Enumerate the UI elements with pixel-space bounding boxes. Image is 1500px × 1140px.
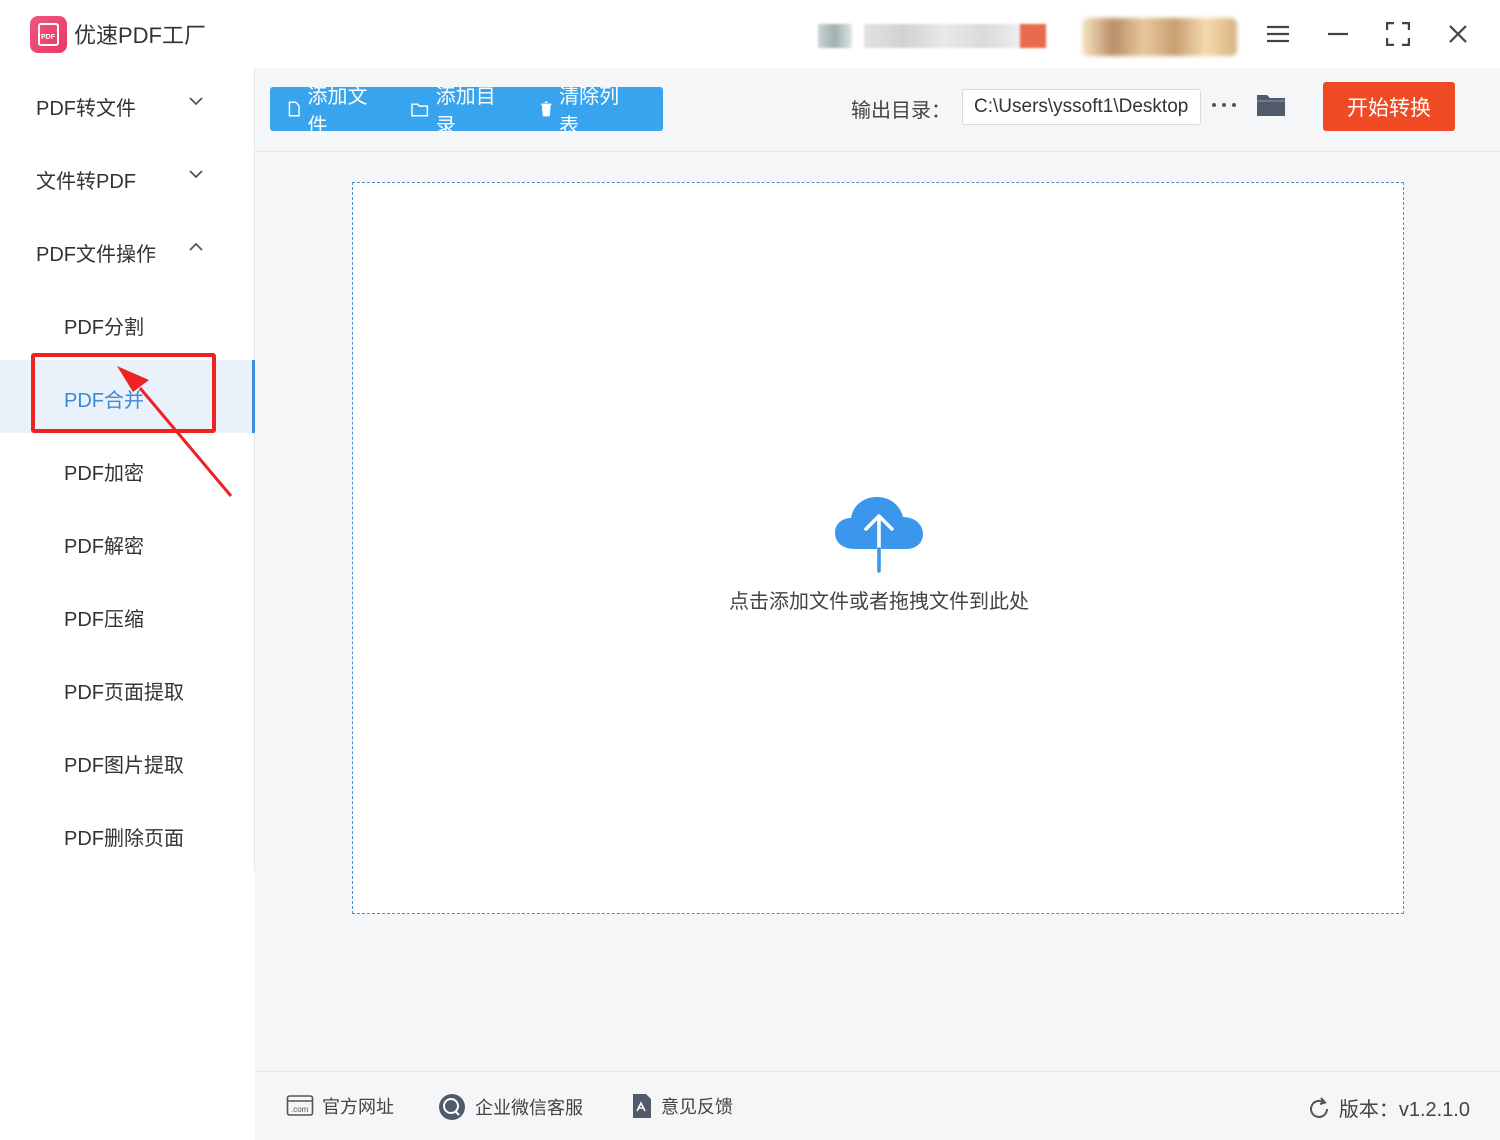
nav-group-label: 文件转PDF (36, 171, 136, 193)
close-button[interactable] (1440, 16, 1476, 52)
browse-more-button[interactable] (1212, 90, 1236, 120)
wechat-service-label: 企业微信客服 (475, 1098, 583, 1118)
minimize-icon (1328, 32, 1348, 36)
sidebar-item-label: PDF解密 (64, 536, 144, 558)
output-directory-input[interactable] (962, 89, 1201, 125)
minimize-button[interactable] (1320, 16, 1356, 52)
chevron-down-icon (189, 170, 203, 179)
nav-group-label: PDF转文件 (36, 98, 136, 120)
chevron-down-icon (189, 97, 203, 106)
toolbar: 添加文件 添加目录 清除列表 输出目录： 开始转换 (255, 68, 1500, 152)
sidebar-item-label: PDF分割 (64, 317, 144, 339)
nav-group-pdf-to-file[interactable]: PDF转文件 (0, 68, 255, 141)
nav-group-label: PDF文件操作 (36, 244, 156, 266)
sidebar-item-label: PDF加密 (64, 463, 144, 485)
title-bar: PDF 优速PDF工厂 (0, 0, 1500, 68)
sidebar-item-label: PDF压缩 (64, 609, 144, 631)
blurred-account-info (864, 24, 1024, 48)
chevron-up-icon (189, 242, 203, 251)
output-directory-label: 输出目录： (851, 100, 951, 122)
wechat-service-link[interactable]: 企业微信客服 (437, 1093, 583, 1121)
svg-text:.com: .com (291, 1105, 309, 1114)
official-website-link[interactable]: .com 官方网址 (286, 1093, 394, 1119)
sidebar-item-pdf-encrypt[interactable]: PDF加密 (0, 433, 255, 506)
app-logo: PDF (30, 16, 67, 53)
version-label: 版本：v1.2.1.0 (1338, 1099, 1470, 1121)
clear-list-label: 清除列表 (559, 86, 620, 137)
more-dot-icon (1232, 103, 1236, 107)
add-folder-button[interactable]: 添加目录 (411, 80, 512, 138)
sidebar-item-label: PDF页面提取 (64, 682, 184, 704)
menu-button[interactable] (1260, 16, 1296, 52)
sidebar: PDF转文件 文件转PDF PDF文件操作 PDF分割 PDF合并 PDF加密 … (0, 68, 255, 871)
file-drop-zone[interactable]: 点击添加文件或者拖拽文件到此处 (352, 182, 1404, 914)
footer: .com 官方网址 企业微信客服 意见反馈 版本：v1.2.1.0 (255, 1071, 1500, 1140)
close-icon (1449, 25, 1467, 43)
wechat-service-icon (439, 1094, 465, 1120)
sidebar-item-pdf-page-extract[interactable]: PDF页面提取 (0, 652, 255, 725)
feedback-icon (633, 1094, 651, 1118)
feedback-link[interactable]: 意见反馈 (631, 1093, 733, 1119)
sidebar-item-pdf-image-extract[interactable]: PDF图片提取 (0, 725, 255, 798)
add-file-label: 添加文件 (307, 86, 368, 137)
file-button-group: 添加文件 添加目录 清除列表 (270, 86, 663, 137)
add-folder-label: 添加目录 (435, 86, 496, 137)
menu-icon (1267, 25, 1289, 43)
maximize-icon (1386, 22, 1410, 46)
trash-icon (540, 101, 552, 117)
blurred-avatar (818, 24, 852, 48)
maximize-button[interactable] (1380, 16, 1416, 52)
cloud-upload-icon (835, 497, 923, 573)
more-dot-icon (1212, 103, 1216, 107)
more-dot-icon (1222, 103, 1226, 107)
sidebar-item-pdf-delete-pages[interactable]: PDF删除页面 (0, 798, 255, 871)
blurred-badge (1020, 24, 1046, 48)
sidebar-empty-area (0, 871, 255, 1140)
version-info[interactable]: 版本：v1.2.1.0 (1307, 1093, 1470, 1122)
nav-group-file-to-pdf[interactable]: 文件转PDF (0, 141, 255, 214)
sidebar-item-label: PDF合并 (64, 390, 144, 412)
sidebar-item-pdf-merge[interactable]: PDF合并 (0, 360, 255, 433)
sidebar-item-pdf-compress[interactable]: PDF压缩 (0, 579, 255, 652)
sidebar-item-pdf-split[interactable]: PDF分割 (0, 287, 255, 360)
start-convert-button[interactable]: 开始转换 (1323, 82, 1455, 131)
sidebar-item-label: PDF图片提取 (64, 755, 184, 777)
folder-icon (411, 102, 429, 116)
clear-list-button[interactable]: 清除列表 (540, 80, 636, 138)
refresh-icon (1309, 1096, 1328, 1118)
logo-text: PDF (41, 34, 55, 41)
sidebar-item-label: PDF删除页面 (64, 828, 184, 850)
drop-zone-hint: 点击添加文件或者拖拽文件到此处 (729, 591, 1029, 613)
nav-group-pdf-operations[interactable]: PDF文件操作 (0, 214, 255, 287)
sidebar-item-pdf-decrypt[interactable]: PDF解密 (0, 506, 255, 579)
app-title: 优速PDF工厂 (74, 23, 207, 48)
feedback-label: 意见反馈 (661, 1097, 733, 1117)
folder-open-icon (1257, 95, 1285, 116)
blurred-banner[interactable] (1082, 18, 1237, 56)
file-icon (288, 101, 300, 117)
website-icon: .com (286, 1095, 314, 1116)
add-file-button[interactable]: 添加文件 (288, 80, 384, 138)
official-website-label: 官方网址 (322, 1097, 394, 1117)
open-folder-button[interactable] (1255, 91, 1287, 121)
